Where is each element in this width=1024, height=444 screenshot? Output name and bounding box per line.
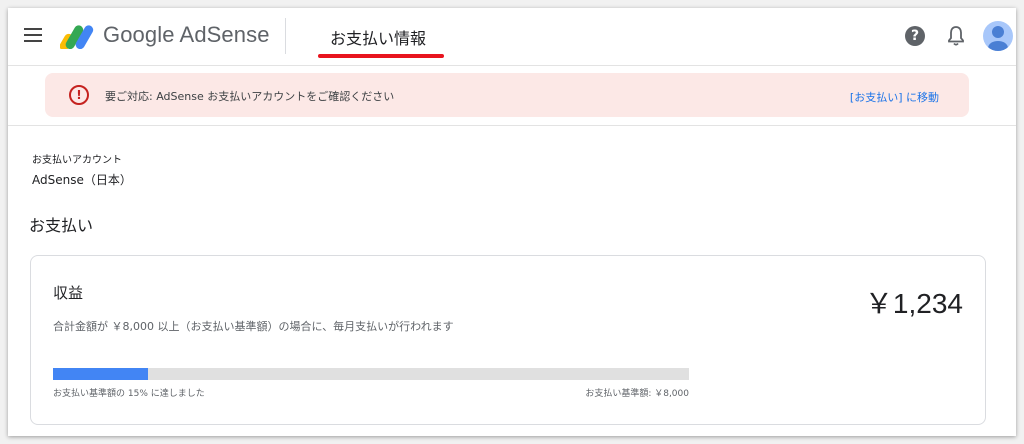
title-highlight-underline [318, 54, 444, 58]
header-divider [285, 18, 286, 54]
action-required-alert: ! 要ご対応: AdSense お支払いアカウントをご確認ください [お支払い]… [45, 73, 969, 117]
threshold-progress-fill [53, 368, 149, 380]
product-name[interactable]: Google AdSense [103, 22, 270, 48]
help-icon[interactable]: ? [905, 26, 925, 46]
threshold-progress-bar [53, 368, 689, 380]
progress-reached-label: お支払い基準額の 15% に達しました [53, 389, 205, 399]
payments-heading: お支払い [29, 216, 94, 235]
section-divider [8, 125, 1016, 126]
avatar-icon[interactable] [983, 21, 1013, 51]
adsense-logo-icon[interactable] [60, 23, 94, 49]
user-silhouette-icon [988, 26, 1008, 51]
alert-message: 要ご対応: AdSense お支払いアカウントをご確認ください [105, 90, 395, 103]
payment-account-label: お支払いアカウント [32, 155, 122, 166]
earnings-amount: ￥1,234 [864, 288, 963, 319]
adsense-window: Google AdSense お支払い情報 ? ! 要ご対応: AdSense … [8, 8, 1016, 436]
menu-icon[interactable] [24, 28, 42, 42]
page-title: お支払い情報 [330, 29, 427, 48]
error-icon: ! [69, 85, 89, 105]
top-app-bar: Google AdSense お支払い情報 ? [8, 8, 1016, 66]
earnings-card: 収益 ￥1,234 合計金額が ￥8,000 以上（お支払い基準額）の場合に、毎… [30, 255, 986, 425]
bell-icon[interactable] [947, 25, 965, 47]
go-to-payments-link[interactable]: [お支払い] に移動 [850, 89, 939, 105]
threshold-description: 合計金額が ￥8,000 以上（お支払い基準額）の場合に、毎月支払いが行われます [53, 320, 454, 333]
progress-threshold-label: お支払い基準額: ￥8,000 [585, 389, 689, 399]
earnings-title: 収益 [53, 284, 84, 302]
payment-account-value: AdSense（日本） [32, 173, 132, 187]
